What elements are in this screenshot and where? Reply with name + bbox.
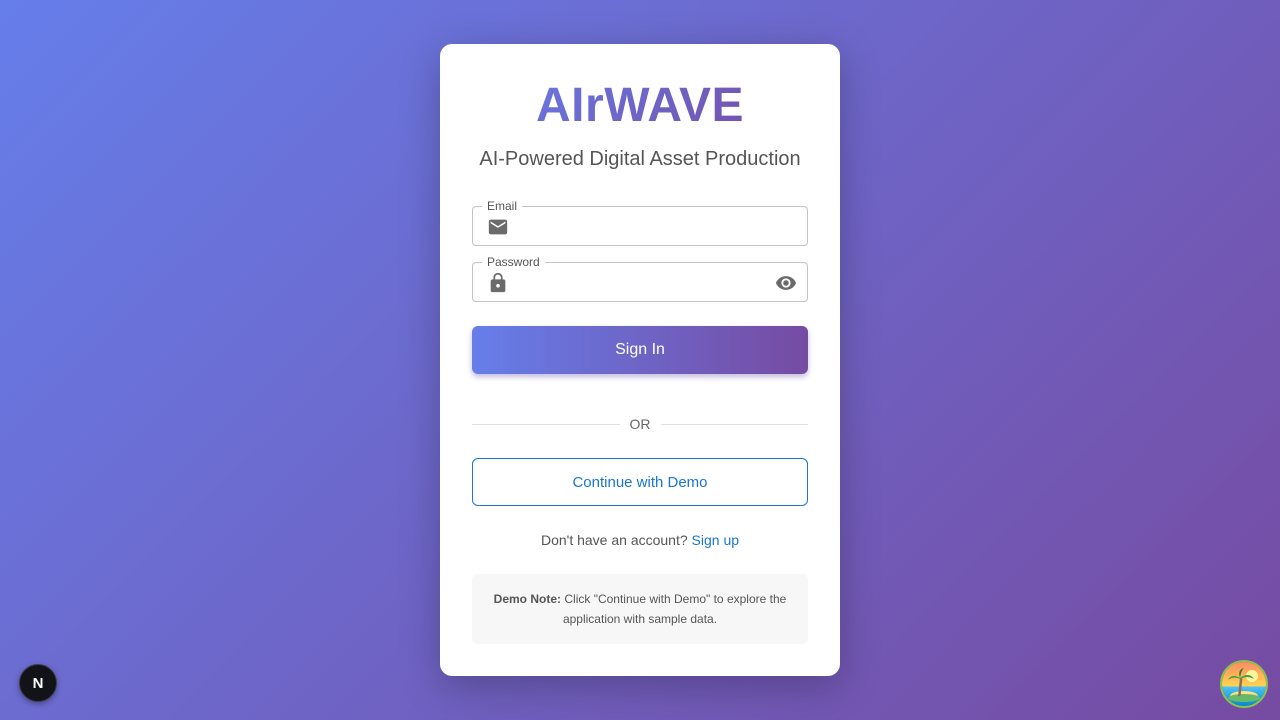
mail-icon: [487, 216, 509, 238]
eye-icon[interactable]: [774, 272, 798, 294]
signup-prompt-row: Don't have an account? Sign up: [472, 532, 808, 548]
sign-in-button[interactable]: Sign In: [472, 326, 808, 374]
continue-with-demo-button[interactable]: Continue with Demo: [472, 458, 808, 506]
email-label: Email: [482, 199, 523, 213]
divider-line-right: [660, 423, 808, 425]
or-divider: OR: [472, 414, 808, 434]
app-tagline: AI-Powered Digital Asset Production: [479, 148, 801, 170]
divider-text: OR: [629, 416, 651, 432]
nextjs-dev-indicator-button[interactable]: N: [19, 664, 57, 702]
island-avatar-icon: [1222, 662, 1266, 706]
signup-prompt-text: Don't have an account?: [540, 532, 688, 548]
email-input[interactable]: [517, 207, 763, 245]
email-field[interactable]: Email: [472, 199, 808, 246]
app-logo-title: AIrWAVE: [472, 80, 808, 132]
nextjs-logo-letter: N: [32, 674, 44, 692]
demo-note-text: Click "Continue with Demo" to explore th…: [562, 592, 787, 626]
demo-note-label: Demo Note:: [493, 592, 562, 606]
password-input[interactable]: [517, 263, 763, 301]
demo-note: Demo Note: Click "Continue with Demo" to…: [472, 574, 808, 644]
login-card: AIrWAVE AI-Powered Digital Asset Product…: [440, 44, 840, 676]
sign-up-link[interactable]: Sign up: [692, 532, 739, 548]
password-field[interactable]: Password: [472, 255, 808, 302]
user-avatar-button[interactable]: [1220, 660, 1268, 708]
divider-line-left: [472, 423, 620, 425]
lock-icon: [487, 272, 509, 294]
